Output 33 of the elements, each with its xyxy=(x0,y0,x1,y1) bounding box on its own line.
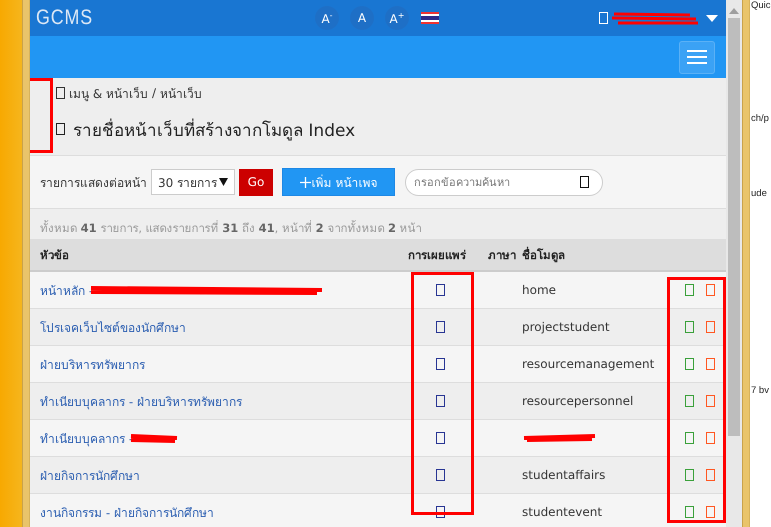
column-header: การเผยแพร่ xyxy=(408,246,468,264)
page-title-link[interactable]: ฝ่ายกิจการนักศึกษา xyxy=(40,466,140,484)
page-title-link[interactable]: ฝ่ายบริหารทรัพยากร xyxy=(40,354,145,374)
per-page-select[interactable]: 30 รายการ xyxy=(151,169,235,195)
page-title-link[interactable]: โปรเจคเว็บไซต์ของนักศึกษา xyxy=(40,318,186,336)
logo: GCMS xyxy=(36,6,93,30)
breadcrumb-link[interactable]: เมนู & หน้าเว็บ xyxy=(69,84,148,102)
per-page-label: รายการแสดงต่อหน้า xyxy=(40,174,147,192)
font-size-button[interactable]: A$^{+}$ xyxy=(385,6,409,30)
breadcrumb-link[interactable]: หน้าเว็บ xyxy=(160,84,202,102)
page-title-link[interactable]: งานกิจกรรม - ฝ่ายกิจการนักศึกษา xyxy=(40,502,214,522)
go-button[interactable]: Go xyxy=(239,168,273,196)
page-title-link[interactable]: ทำเนียบบุคลากร - ฝ่ายบริหารทรัพยากร xyxy=(40,392,242,410)
result-summary: ทั้งหมด 41 รายการ, แสดงรายการที่ 31 ถึง 41, หน้าที่ 2 จากทั้งหมด 2 หน้า xyxy=(39,219,423,237)
search-field[interactable]: กรอกข้อความค้นหา xyxy=(405,168,603,196)
module-name: studentaffairs xyxy=(522,468,606,482)
module-name: studentevent xyxy=(522,505,602,519)
column-header: หัวข้อ xyxy=(40,246,70,264)
background-window-text: ch/p xyxy=(751,113,770,124)
breadcrumb-separator: / xyxy=(152,86,156,100)
module-name: resourcepersonnel xyxy=(522,394,634,408)
background-window-text: 7 bv xyxy=(751,385,770,396)
page-heading: รายชื่อหน้าเว็บที่สร้างจากโมดูล Index xyxy=(73,118,356,142)
column-header: ภาษา xyxy=(488,246,517,264)
background-window-text: ude xyxy=(751,188,768,199)
background-window-text: Quic xyxy=(751,0,771,11)
font-size-button[interactable]: A xyxy=(350,6,374,30)
font-size-button[interactable]: A$^{-}$ xyxy=(315,6,339,30)
add-page-button[interactable]: เพิ่ม หน้าเพจ xyxy=(282,168,395,196)
module-name: projectstudent xyxy=(522,320,610,334)
column-header: ชื่อโมดูล xyxy=(522,246,566,264)
module-name: home xyxy=(522,283,556,297)
module-name: resourcemanagement xyxy=(522,357,654,371)
